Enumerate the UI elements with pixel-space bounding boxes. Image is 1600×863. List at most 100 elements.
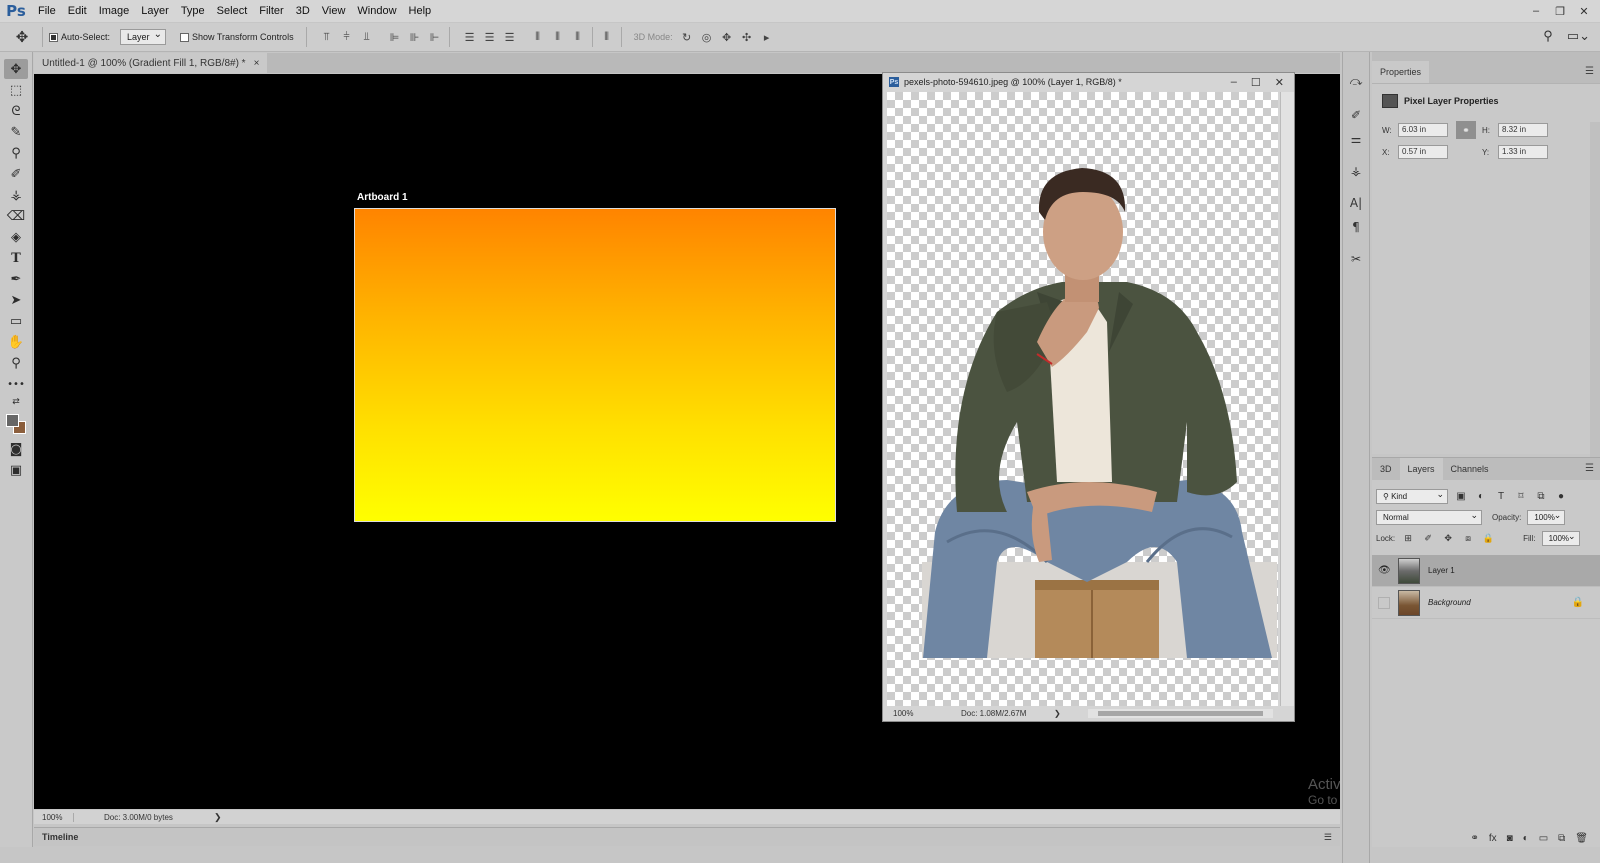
tab-channels[interactable]: Channels [1443,458,1497,480]
close-button[interactable]: ✕ [1572,2,1596,20]
artboard-label[interactable]: Artboard 1 [357,192,408,203]
layer-name[interactable]: Layer 1 [1428,566,1455,575]
link-layers-icon[interactable]: ⚭ [1470,833,1478,844]
float-maximize-button[interactable]: ☐ [1251,76,1261,89]
path-select-tool-icon[interactable]: ➤ [4,290,28,310]
new-group-icon[interactable]: ▭ [1539,833,1548,844]
checkbox-icon[interactable] [49,32,58,42]
menu-select[interactable]: Select [211,0,254,22]
quick-mask-icon[interactable]: ◙ [4,439,28,459]
distribute-bottom-icon[interactable]: ☰ [502,29,518,45]
stamp-tool-icon[interactable]: ⚶ [4,185,28,205]
properties-scrollbar[interactable] [1590,122,1600,512]
height-field[interactable]: 8.32 in [1498,123,1548,137]
align-left-icon[interactable]: ⊫ [387,29,403,45]
filter-pixel-icon[interactable]: ▣ [1454,490,1468,504]
distribute-right-icon[interactable]: ⦀ [570,29,586,45]
align-hcenter-icon[interactable]: ⊪ [407,29,423,45]
y-field[interactable]: 1.33 in [1498,145,1548,159]
tab-properties[interactable]: Properties [1372,61,1430,83]
status-arrow-icon[interactable]: ❯ [214,812,222,823]
roll-icon[interactable]: ◎ [699,29,715,45]
hand-tool-icon[interactable]: ✋ [4,332,28,352]
clone-source-icon[interactable]: ⚶ [1343,160,1369,182]
zoom-level[interactable]: 100% [34,812,74,822]
layer-name[interactable]: Background [1428,598,1471,607]
history-icon[interactable]: ⤼ [1343,70,1369,92]
visibility-toggle[interactable] [1378,596,1390,609]
brush-settings-icon[interactable]: ✐ [1343,104,1369,126]
foreground-color-swatch[interactable] [6,414,19,427]
move-icon[interactable]: ✥ [8,25,36,49]
opacity-field[interactable]: 100% [1527,509,1566,525]
type-tool-icon[interactable]: T [4,248,28,268]
filter-adjustment-icon[interactable]: ◐ [1474,490,1488,504]
tool-presets-icon[interactable]: ✂ [1343,248,1369,270]
blend-mode-dropdown[interactable]: Normal [1376,509,1482,525]
filter-type-icon[interactable]: T [1494,490,1508,504]
paragraph-icon[interactable]: ¶ [1343,216,1369,238]
filter-kind-dropdown[interactable]: ⚲ Kind [1376,488,1448,504]
menu-window[interactable]: Window [351,0,402,22]
menu-file[interactable]: File [32,0,62,22]
eye-icon[interactable]: 👁 [1378,565,1391,576]
menu-view[interactable]: View [316,0,352,22]
floating-zoom-level[interactable]: 100% [887,709,919,718]
checkbox-icon[interactable] [180,32,190,42]
layer-row[interactable]: Background 🔒 [1372,587,1600,619]
menu-layer[interactable]: Layer [135,0,175,22]
pen-tool-icon[interactable]: ✒ [4,269,28,289]
timeline-menu-icon[interactable]: ☰ [1324,832,1332,843]
close-tab-icon[interactable]: × [254,58,260,69]
distribute-top-icon[interactable]: ☰ [462,29,478,45]
more-tools-icon[interactable]: ••• [4,374,28,394]
menu-edit[interactable]: Edit [62,0,93,22]
link-icon[interactable]: ⚭ [1456,121,1476,139]
quick-select-tool-icon[interactable]: ✎ [4,122,28,142]
floating-status-arrow-icon[interactable]: ❯ [1054,709,1061,718]
scale-3d-icon[interactable]: ▸ [759,29,775,45]
distribute-hcenter-icon[interactable]: ⦀ [550,29,566,45]
tab-3d[interactable]: 3D [1372,458,1400,480]
rectangle-tool-icon[interactable]: ▭ [4,311,28,331]
align-vcenter-icon[interactable]: ⫩ [339,29,355,45]
lock-transparent-icon[interactable]: ⊞ [1401,533,1415,544]
search-icon[interactable]: ⚲ [1543,28,1553,44]
fill-field[interactable]: 100% [1541,530,1580,546]
artboard-gradient-fill[interactable] [354,208,836,522]
lock-image-icon[interactable]: ✐ [1421,533,1435,544]
lock-all-icon[interactable]: 🔒 [1481,533,1495,544]
align-right-icon[interactable]: ⊩ [427,29,443,45]
menu-type[interactable]: Type [175,0,211,22]
tab-layers[interactable]: Layers [1399,458,1443,480]
new-adjustment-icon[interactable]: ◐ [1523,833,1529,844]
slide-3d-icon[interactable]: ✣ [739,29,755,45]
floating-window-titlebar[interactable]: Ps pexels-photo-594610.jpeg @ 100% (Laye… [883,73,1294,91]
auto-select-target-dropdown[interactable]: Layer [120,28,167,45]
restore-button[interactable]: ❐ [1548,2,1572,20]
width-field[interactable]: 6.03 in [1398,123,1448,137]
auto-align-icon[interactable]: ⫴ [599,29,615,45]
eyedropper-tool-icon[interactable]: ⚲ [4,143,28,163]
lock-position-icon[interactable]: ✥ [1441,533,1455,544]
x-field[interactable]: 0.57 in [1398,145,1448,159]
floating-window-hscroll[interactable] [1088,709,1273,718]
document-tab[interactable]: Untitled-1 @ 100% (Gradient Fill 1, RGB/… [34,53,268,73]
workspace-icon[interactable]: ▭⌄ [1567,28,1590,44]
eraser-tool-icon[interactable]: ⌫ [4,206,28,226]
photo-canvas[interactable] [887,92,1278,706]
align-top-icon[interactable]: ⫪ [319,29,335,45]
menu-image[interactable]: Image [93,0,136,22]
add-mask-icon[interactable]: ◙ [1507,833,1513,844]
delete-layer-icon[interactable]: 🗑 [1575,833,1588,844]
menu-3d[interactable]: 3D [290,0,316,22]
properties-menu-icon[interactable]: ☰ [1585,66,1594,77]
screen-mode-icon[interactable]: ▣ [4,460,28,480]
filter-shape-icon[interactable]: ⌑ [1514,490,1528,504]
bucket-tool-icon[interactable]: ◈ [4,227,28,247]
filter-toggle-icon[interactable]: ● [1554,490,1568,504]
character-icon[interactable]: A| [1343,192,1369,214]
float-close-button[interactable]: ✕ [1275,76,1284,89]
float-minimize-button[interactable]: – [1231,76,1237,88]
zoom-tool-icon[interactable]: ⚲ [4,353,28,373]
